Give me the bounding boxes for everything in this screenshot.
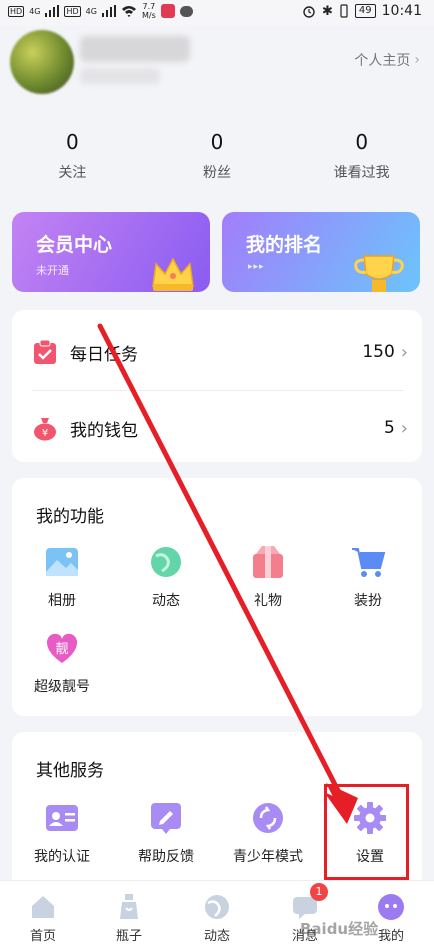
function-dress-up[interactable]: 装扮 [318, 544, 418, 610]
pretty-number-icon: 靓 [46, 633, 78, 663]
service-feedback[interactable]: 帮助反馈 [116, 800, 216, 866]
function-moments[interactable]: 动态 [116, 544, 216, 610]
id-card-icon [46, 805, 78, 831]
money-bag-icon: ¥ [34, 418, 56, 441]
svg-text:¥: ¥ [42, 428, 48, 439]
annotation-highlight-box [324, 784, 409, 880]
watermark: Baidu经验 [300, 920, 379, 938]
clock: 10:41 [381, 3, 422, 19]
profile-header: 个人主页 › [0, 26, 434, 116]
function-album[interactable]: 相册 [12, 544, 112, 610]
crown-icon [152, 257, 194, 291]
stat-value: 0 [355, 130, 369, 154]
function-label: 动态 [152, 593, 180, 609]
moments-icon [151, 547, 181, 577]
bluetooth-icon: ✱ [322, 3, 333, 19]
function-gift[interactable]: 礼物 [218, 544, 318, 610]
personal-homepage-link[interactable]: 个人主页 › [354, 50, 420, 70]
net-type-label: 4G [29, 6, 41, 16]
my-ranking-card[interactable]: 我的排名 ▸▸▸ [222, 212, 420, 292]
avatar[interactable] [10, 30, 74, 94]
function-label: 超级靓号 [34, 679, 90, 695]
planet-icon [205, 895, 229, 919]
stat-fans[interactable]: 0 粉丝 [145, 130, 290, 190]
homepage-label: 个人主页 [354, 53, 411, 69]
my-functions-panel: 我的功能 相册 动态 礼物 装扮 靓 超级靓号 [12, 478, 422, 716]
function-label: 相册 [48, 593, 76, 609]
trophy-icon [354, 255, 404, 292]
rank-card-title: 我的排名 [246, 234, 323, 256]
function-label: 装扮 [354, 593, 382, 609]
signal-icon [45, 5, 60, 17]
stat-label: 粉丝 [203, 165, 231, 181]
tab-moments[interactable]: 动态 [174, 881, 260, 944]
album-icon [46, 548, 78, 576]
wallet-row[interactable]: ¥ 我的钱包 5 › [12, 390, 422, 466]
task-label: 我的钱包 [70, 420, 138, 441]
bottle-icon [120, 894, 138, 919]
stat-value: 0 [65, 130, 79, 154]
status-bar: HD 4G HD 4G 7.7 M/s ✱ 49 10:41 [0, 0, 434, 26]
vip-card-title: 会员中心 [36, 234, 113, 256]
chevron-right-icon: › [400, 341, 408, 363]
daily-tasks-row[interactable]: 每日任务 150 › [12, 314, 422, 390]
gift-icon [253, 546, 283, 578]
alarm-icon [303, 6, 315, 18]
service-label: 青少年模式 [233, 849, 303, 865]
function-pretty-number[interactable]: 靓 超级靓号 [12, 630, 112, 696]
chevron-right-icon: › [400, 417, 408, 439]
stat-value: 0 [210, 130, 224, 154]
wifi-icon [121, 6, 136, 17]
vip-card-subtitle: 未开通 [36, 264, 69, 277]
function-label: 礼物 [254, 593, 282, 609]
hd-badge-2: HD [64, 5, 81, 17]
rank-card-arrows: ▸▸▸ [248, 262, 265, 272]
vibrate-icon [340, 4, 348, 18]
service-label: 我的认证 [34, 849, 90, 865]
youth-mode-icon [253, 803, 283, 833]
section-title: 我的功能 [36, 507, 104, 527]
hd-badge: HD [8, 5, 25, 17]
stat-label: 谁看过我 [333, 165, 390, 181]
service-verification[interactable]: 我的认证 [12, 800, 112, 866]
chevron-right-icon: › [414, 52, 420, 68]
tab-home[interactable]: 首页 [0, 881, 86, 944]
net-type-label-2: 4G [85, 6, 97, 16]
battery-indicator: 49 [354, 4, 376, 18]
task-label: 每日任务 [70, 344, 138, 365]
network-speed: 7.7 M/s [141, 2, 156, 20]
profile-icon [378, 894, 404, 920]
tab-label: 首页 [29, 929, 56, 944]
service-youth-mode[interactable]: 青少年模式 [218, 800, 318, 866]
stat-following[interactable]: 0 关注 [0, 130, 145, 190]
stat-visitors[interactable]: 0 谁看过我 [289, 130, 434, 190]
vip-center-card[interactable]: 会员中心 未开通 [12, 212, 210, 292]
pretty-number-glyph: 靓 [55, 642, 68, 657]
tab-label: 动态 [203, 929, 230, 944]
stat-label: 关注 [58, 165, 87, 181]
signal-icon-2 [101, 5, 116, 17]
daily-task-icon [34, 339, 56, 364]
unread-badge: 1 [310, 883, 328, 901]
tasks-panel: 每日任务 150 › ¥ 我的钱包 5 › [12, 310, 422, 462]
section-title: 其他服务 [36, 761, 104, 781]
chat-notification-icon [179, 5, 193, 17]
feedback-icon [151, 803, 181, 834]
stats-row: 0 关注 0 粉丝 0 谁看过我 [0, 130, 434, 190]
task-value: 150 [362, 342, 395, 362]
home-icon [32, 896, 54, 918]
nickname-blurred [80, 36, 190, 62]
user-id-blurred [80, 68, 160, 84]
service-label: 帮助反馈 [138, 849, 194, 865]
tab-bottle[interactable]: 瓶子 [86, 881, 172, 944]
cart-icon [352, 548, 386, 577]
task-value: 5 [383, 418, 395, 438]
tab-label: 瓶子 [115, 929, 142, 944]
app-notification-icon [160, 4, 175, 18]
